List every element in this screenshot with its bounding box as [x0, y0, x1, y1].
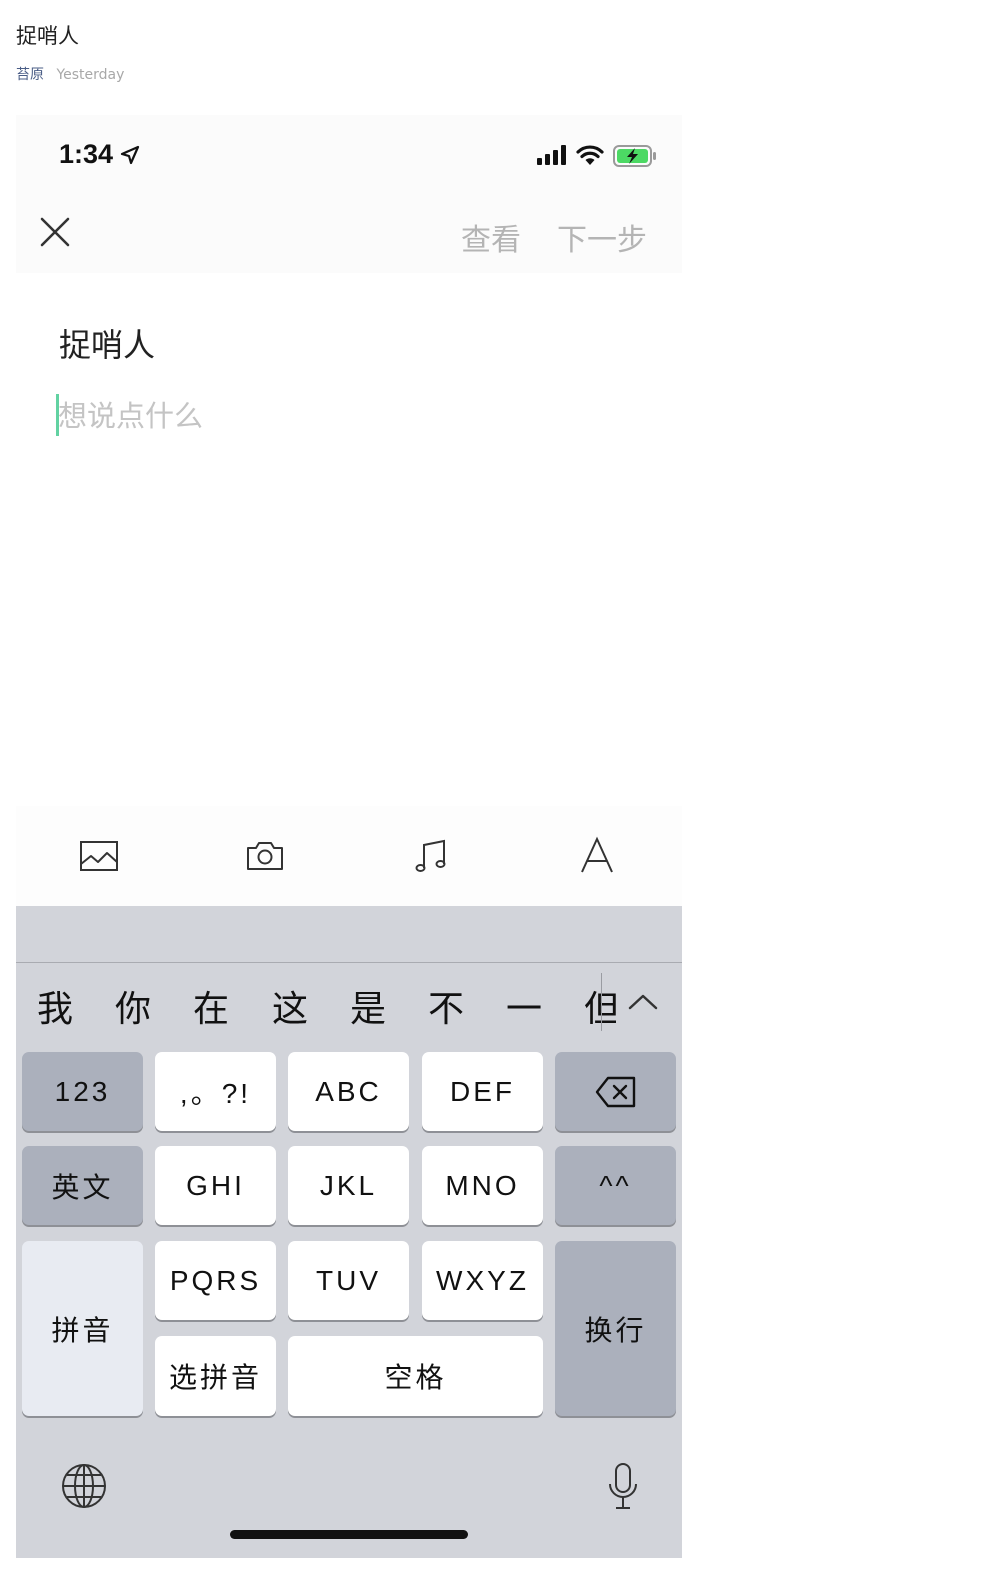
abc-key[interactable]: ABC	[288, 1052, 409, 1131]
pqrs-key[interactable]: PQRS	[155, 1241, 276, 1320]
camera-icon[interactable]	[245, 836, 285, 876]
post-author[interactable]: 苔原	[16, 67, 44, 83]
numbers-key[interactable]: 123	[22, 1052, 143, 1131]
post-title: 捉哨人	[16, 24, 79, 48]
image-icon[interactable]	[79, 836, 119, 876]
candidate-item[interactable]: 不	[428, 980, 464, 1032]
chevron-up-icon[interactable]	[628, 990, 658, 1014]
battery-charging-icon	[613, 145, 656, 167]
ghi-key[interactable]: GHI	[155, 1146, 276, 1225]
wifi-icon	[576, 145, 604, 165]
phone-screenshot: 1:34 查看 下一步 捉哨人 想说点什么 我 你 在 这 是 不 一 但 12…	[16, 115, 682, 1558]
status-bar: 1:34	[16, 115, 682, 197]
english-key[interactable]: 英文	[22, 1146, 143, 1225]
mno-key[interactable]: MNO	[422, 1146, 543, 1225]
candidate-item[interactable]: 是	[350, 980, 386, 1032]
candidate-item[interactable]: 这	[272, 980, 308, 1032]
next-step-button[interactable]: 下一步	[557, 215, 647, 259]
editor-title[interactable]: 捉哨人	[59, 320, 155, 366]
def-key[interactable]: DEF	[422, 1052, 543, 1131]
space-key[interactable]: 空格	[288, 1336, 543, 1416]
post-time: Yesterday	[56, 67, 125, 83]
keyboard-divider	[16, 962, 682, 963]
candidate-item[interactable]: 在	[193, 980, 229, 1032]
post-meta: 苔原 Yesterday	[16, 64, 124, 84]
status-time: 1:34	[59, 139, 114, 169]
jkl-key[interactable]: JKL	[288, 1146, 409, 1225]
pinyin-key[interactable]: 拼音	[22, 1241, 143, 1416]
select-pinyin-key[interactable]: 选拼音	[155, 1336, 276, 1416]
return-key[interactable]: 换行	[555, 1241, 676, 1416]
text-format-icon[interactable]	[577, 836, 617, 876]
emoticon-key[interactable]: ^^	[555, 1146, 676, 1225]
wxyz-key[interactable]: WXYZ	[422, 1241, 543, 1320]
editor-toolbar	[16, 806, 682, 906]
delete-key[interactable]	[555, 1052, 676, 1131]
editor-body-input[interactable]	[58, 394, 638, 438]
view-button[interactable]: 查看	[461, 215, 521, 259]
pinyin-keyboard: 我 你 在 这 是 不 一 但 123 ,。?! ABC DEF 英文 GHI …	[16, 906, 682, 1558]
cellular-signal-icon	[537, 145, 566, 165]
candidate-item[interactable]: 但	[584, 980, 616, 1032]
globe-icon[interactable]	[60, 1462, 108, 1510]
location-arrow-icon	[120, 145, 140, 165]
home-indicator[interactable]	[230, 1530, 468, 1539]
nav-bar: 查看 下一步	[16, 197, 682, 273]
music-icon[interactable]	[411, 836, 451, 876]
backspace-icon	[595, 1076, 635, 1107]
candidate-separator	[601, 973, 602, 1031]
candidate-item[interactable]: 一	[506, 980, 542, 1032]
microphone-icon[interactable]	[606, 1462, 640, 1512]
close-icon[interactable]	[38, 215, 72, 249]
candidate-bar: 我 你 在 这 是 不 一 但	[16, 976, 616, 1036]
candidate-item[interactable]: 我	[37, 980, 73, 1032]
candidate-item[interactable]: 你	[115, 980, 151, 1032]
punctuation-key[interactable]: ,。?!	[155, 1052, 276, 1131]
tuv-key[interactable]: TUV	[288, 1241, 409, 1320]
